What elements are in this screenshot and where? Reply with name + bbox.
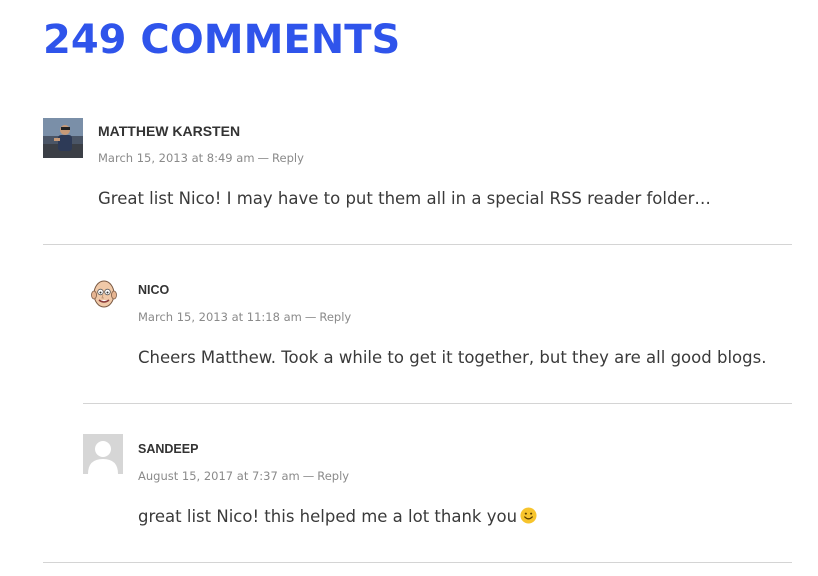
comments-heading: 249 COMMENTS (43, 17, 401, 63)
meta-separator: — (302, 469, 315, 483)
avatar-photo-icon (43, 118, 83, 158)
comment-divider (43, 244, 792, 245)
comment-date[interactable]: August 15, 2017 at 7:37 am (138, 469, 300, 483)
smiley-emoji-icon (520, 507, 537, 524)
comment-text: Cheers Matthew. Took a while to get it t… (138, 348, 767, 367)
default-avatar-icon (83, 434, 123, 474)
avatar-cartoon-icon (83, 275, 123, 315)
avatar-sandeep[interactable] (83, 434, 123, 474)
comment-date[interactable]: March 15, 2013 at 8:49 am (98, 151, 255, 165)
reply-link[interactable]: Reply (317, 469, 349, 483)
comment-divider (43, 562, 792, 563)
comment-meta: March 15, 2013 at 11:18 am — Reply (138, 310, 351, 324)
avatar-matthew[interactable] (43, 118, 83, 158)
comment-author[interactable]: MATTHEW KARSTEN (98, 123, 240, 139)
avatar-nico[interactable] (83, 275, 123, 315)
comment-text-container: great list Nico! this helped me a lot th… (138, 507, 537, 526)
comment-text: Great list Nico! I may have to put them … (98, 189, 711, 208)
comment-date[interactable]: March 15, 2013 at 11:18 am (138, 310, 302, 324)
meta-separator: — (257, 151, 270, 165)
reply-link[interactable]: Reply (272, 151, 304, 165)
comment-author[interactable]: NICO (138, 283, 169, 297)
comment-meta: March 15, 2013 at 8:49 am — Reply (98, 151, 304, 165)
comment-divider (83, 403, 792, 404)
comment-meta: August 15, 2017 at 7:37 am — Reply (138, 469, 349, 483)
reply-link[interactable]: Reply (319, 310, 351, 324)
comment-author[interactable]: SANDEEP (138, 442, 198, 456)
comment-text: great list Nico! this helped me a lot th… (138, 507, 518, 526)
meta-separator: — (304, 310, 317, 324)
